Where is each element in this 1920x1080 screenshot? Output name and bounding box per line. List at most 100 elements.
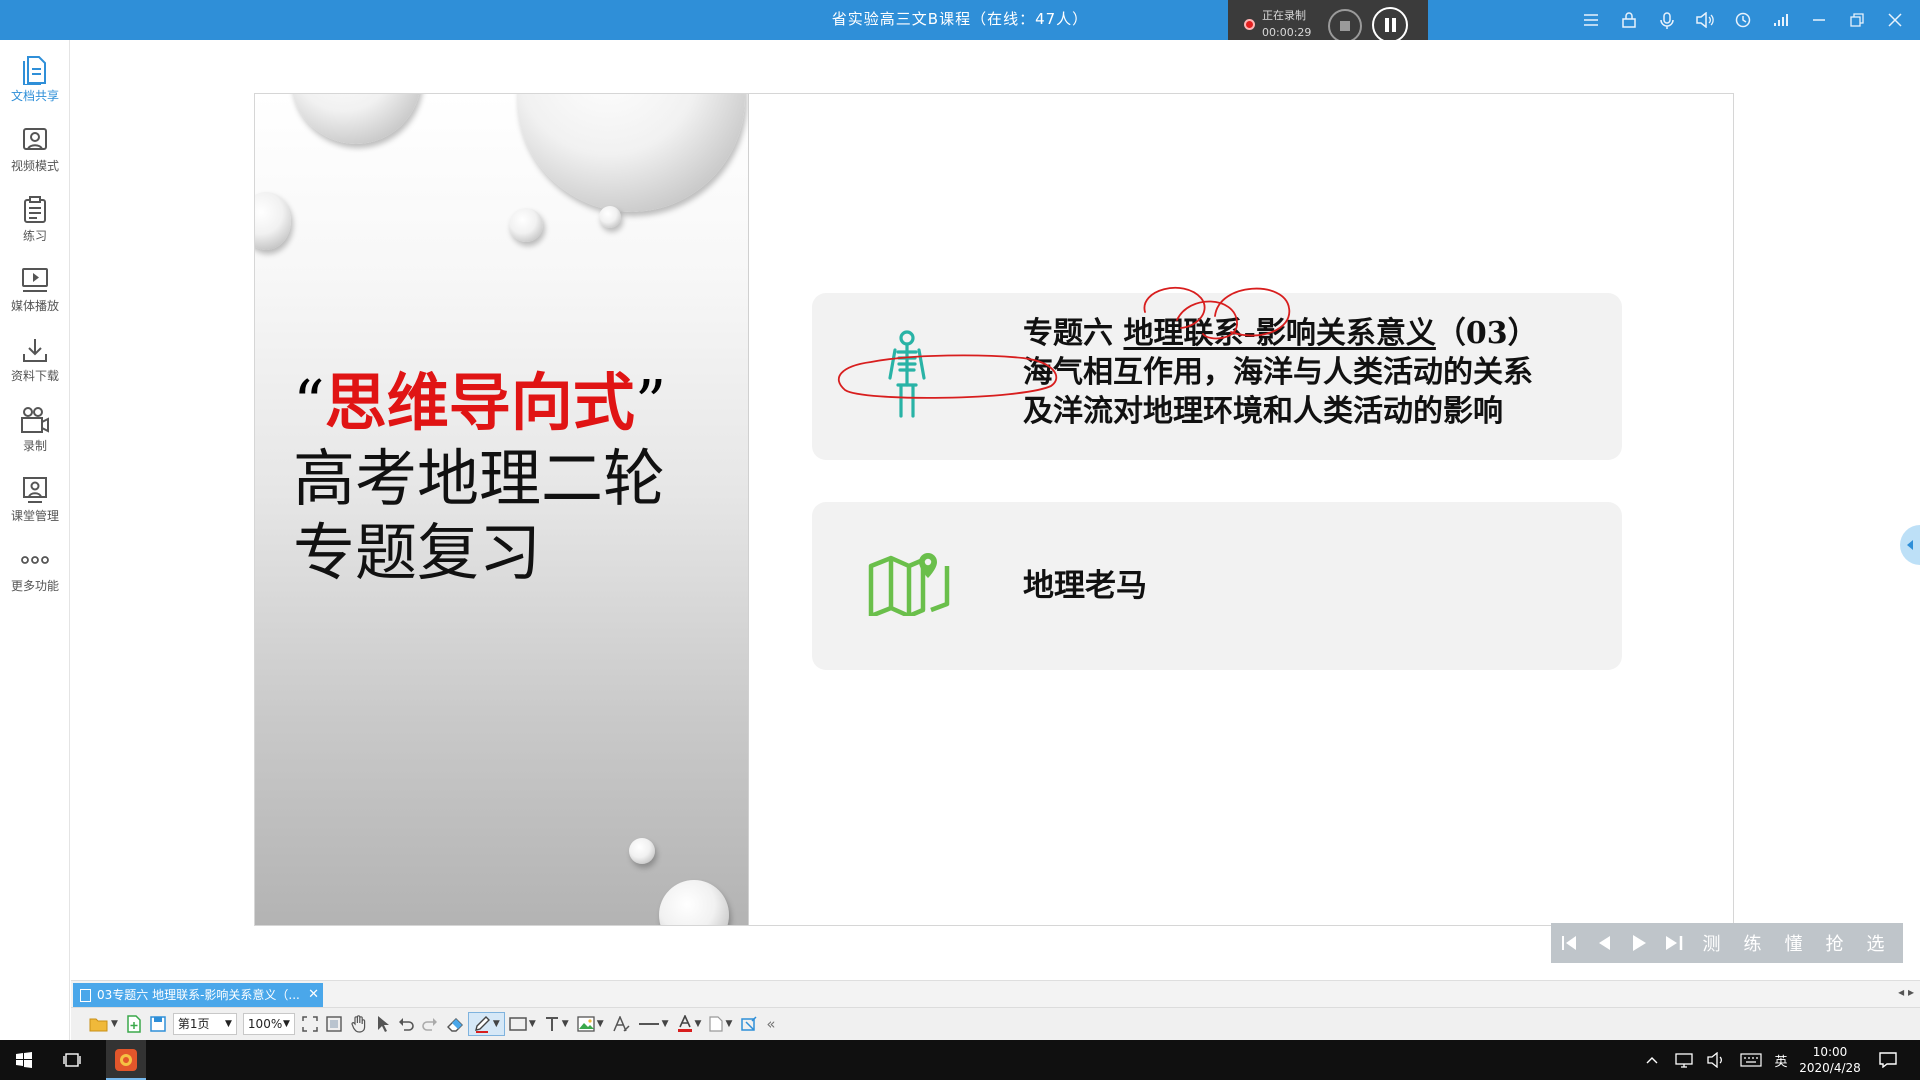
document-icon	[80, 989, 91, 1002]
minimize-icon[interactable]	[1800, 0, 1838, 40]
sidebar-item-class-manage[interactable]: 课堂管理	[0, 474, 70, 538]
tab-scroll-arrows[interactable]: ◂ ▸	[1898, 985, 1914, 999]
quick-understand-button[interactable]: 懂	[1773, 923, 1814, 963]
topic-card-text: 专题六 地理联系-影响关系意义（03） 海气相互作用，海洋与人类活动的关系 及洋…	[1023, 314, 1623, 431]
water-drop-decoration	[509, 208, 543, 242]
topic-prefix: 专题六	[1023, 316, 1124, 351]
recording-time: 00:00:29	[1262, 26, 1312, 39]
sidebar-item-label: 媒体播放	[10, 299, 59, 313]
tray-expand-icon[interactable]	[1640, 1040, 1664, 1080]
sidebar-item-label: 课堂管理	[10, 509, 59, 523]
zoom-select[interactable]: 100% ▼	[242, 1013, 295, 1035]
water-drop-decoration	[659, 880, 729, 925]
author-card: 地理老马	[812, 502, 1622, 670]
water-drop-decoration	[255, 192, 291, 250]
add-page-icon[interactable]	[122, 1012, 146, 1036]
font-style-icon[interactable]	[608, 1012, 634, 1036]
lock-icon[interactable]	[1610, 0, 1648, 40]
volume-icon[interactable]	[1702, 1040, 1730, 1080]
slide-subtitle-line1: 高考地理二轮	[293, 442, 666, 515]
page-background-icon[interactable]: ▼	[705, 1012, 736, 1036]
skeleton-icon	[884, 330, 930, 424]
notification-icon[interactable]	[1870, 1040, 1906, 1080]
hand-tool-icon[interactable]	[346, 1012, 372, 1036]
keyboard-icon[interactable]	[1736, 1040, 1766, 1080]
topic-line2: 海气相互作用，海洋与人类活动的关系	[1023, 355, 1533, 390]
sidebar-item-record[interactable]: 录制	[0, 404, 70, 468]
restore-icon[interactable]	[1838, 0, 1876, 40]
record-icon	[0, 404, 70, 436]
sidebar-item-download[interactable]: 资料下载	[0, 334, 70, 398]
title-icons	[1572, 0, 1914, 40]
topic-underlined: 地理联系-影响关系意义	[1123, 316, 1436, 351]
mic-icon[interactable]	[1648, 0, 1686, 40]
topic-line3: 及洋流对地理环境和人类活动的影响	[1023, 394, 1503, 429]
task-view-icon[interactable]	[54, 1040, 90, 1080]
sidebar-item-exercise[interactable]: 练习	[0, 194, 70, 258]
network-icon[interactable]	[1670, 1040, 1698, 1080]
sidebar-item-video-mode[interactable]: 视频模式	[0, 124, 70, 188]
sidebar-item-label: 练习	[22, 229, 47, 243]
clock-date: 2020/4/28	[1799, 1061, 1861, 1075]
left-sidebar: 文档共享 视频模式 练习 媒体播放 资料下载 录制 课堂管理 更多功能	[0, 40, 70, 1040]
quote-open: “	[293, 366, 325, 439]
document-tab-label: 03专题六 地理联系-影响关系意义（...	[97, 988, 300, 1002]
play-icon[interactable]	[1621, 923, 1656, 963]
page-select[interactable]: 第1页 ▼	[172, 1013, 237, 1035]
topic-card: 专题六 地理联系-影响关系意义（03） 海气相互作用，海洋与人类活动的关系 及洋…	[812, 293, 1622, 460]
redo-icon[interactable]	[418, 1012, 442, 1036]
water-drop-decoration	[517, 94, 745, 212]
pointer-tool-icon[interactable]	[372, 1012, 394, 1036]
text-tool-icon[interactable]: ▼	[540, 1012, 573, 1036]
sidebar-item-document-share[interactable]: 文档共享	[0, 54, 70, 118]
quick-select-button[interactable]: 选	[1855, 923, 1896, 963]
menu-icon[interactable]	[1572, 0, 1610, 40]
map-pin-icon	[868, 552, 950, 620]
quote-close: ”	[634, 366, 667, 439]
screenshot-tool-icon[interactable]	[736, 1012, 762, 1036]
video-mode-icon	[0, 124, 70, 156]
windows-taskbar: 英 10:00 2020/4/28	[0, 1040, 1920, 1080]
sidebar-item-label: 录制	[22, 439, 47, 453]
image-tool-icon[interactable]: ▼	[573, 1012, 608, 1036]
water-drop-decoration	[599, 206, 621, 228]
prev-page-icon[interactable]	[1586, 923, 1621, 963]
eraser-icon[interactable]	[442, 1012, 468, 1036]
close-tab-icon[interactable]: ✕	[308, 983, 319, 1007]
clock-time: 10:00	[1812, 1045, 1848, 1059]
first-page-icon[interactable]	[1551, 923, 1586, 963]
open-folder-icon[interactable]: ▼	[85, 1012, 122, 1036]
collapse-toolbar-icon[interactable]: «	[762, 1012, 779, 1036]
fullscreen-icon[interactable]	[298, 1012, 322, 1036]
windows-start-icon[interactable]	[6, 1040, 42, 1080]
sidebar-item-media-play[interactable]: 媒体播放	[0, 264, 70, 328]
exercise-icon	[0, 194, 70, 226]
clock-icon[interactable]	[1724, 0, 1762, 40]
topic-line1: 专题六 地理联系-影响关系意义（03）	[1023, 314, 1623, 353]
pause-recording-button[interactable]	[1372, 7, 1408, 43]
speaker-icon[interactable]	[1686, 0, 1724, 40]
line-style-icon[interactable]: ▼	[634, 1012, 673, 1036]
document-share-icon	[0, 54, 70, 86]
close-icon[interactable]	[1876, 0, 1914, 40]
quick-grab-button[interactable]: 抢	[1814, 923, 1855, 963]
pen-tool-icon[interactable]: ▼	[467, 1012, 505, 1036]
last-page-icon[interactable]	[1656, 923, 1691, 963]
font-color-icon[interactable]: ▼	[673, 1012, 706, 1036]
presentation-slide[interactable]: “思维导向式” 高考地理二轮 专题复习 专题六 地理联系-影响关系意义（03） …	[254, 93, 1734, 926]
signal-icon	[1762, 0, 1800, 40]
fit-page-icon[interactable]	[322, 1012, 346, 1036]
rectangle-tool-icon[interactable]: ▼	[505, 1012, 540, 1036]
quick-practice-button[interactable]: 练	[1732, 923, 1773, 963]
sidebar-item-more[interactable]: 更多功能	[0, 544, 70, 608]
taskbar-app-button[interactable]	[106, 1040, 146, 1080]
classroom-app-icon	[114, 1048, 138, 1076]
stop-recording-button[interactable]	[1328, 9, 1362, 43]
slide-nav-panel: 测 练 懂 抢 选	[1551, 923, 1903, 963]
document-tab-bar: 03专题六 地理联系-影响关系意义（... ✕ ◂ ▸	[71, 980, 1920, 1007]
quick-test-button[interactable]: 测	[1691, 923, 1732, 963]
document-tab[interactable]: 03专题六 地理联系-影响关系意义（... ✕	[73, 983, 323, 1007]
undo-icon[interactable]	[394, 1012, 418, 1036]
system-clock[interactable]: 10:00 2020/4/28	[1790, 1044, 1870, 1076]
save-icon[interactable]	[146, 1012, 170, 1036]
